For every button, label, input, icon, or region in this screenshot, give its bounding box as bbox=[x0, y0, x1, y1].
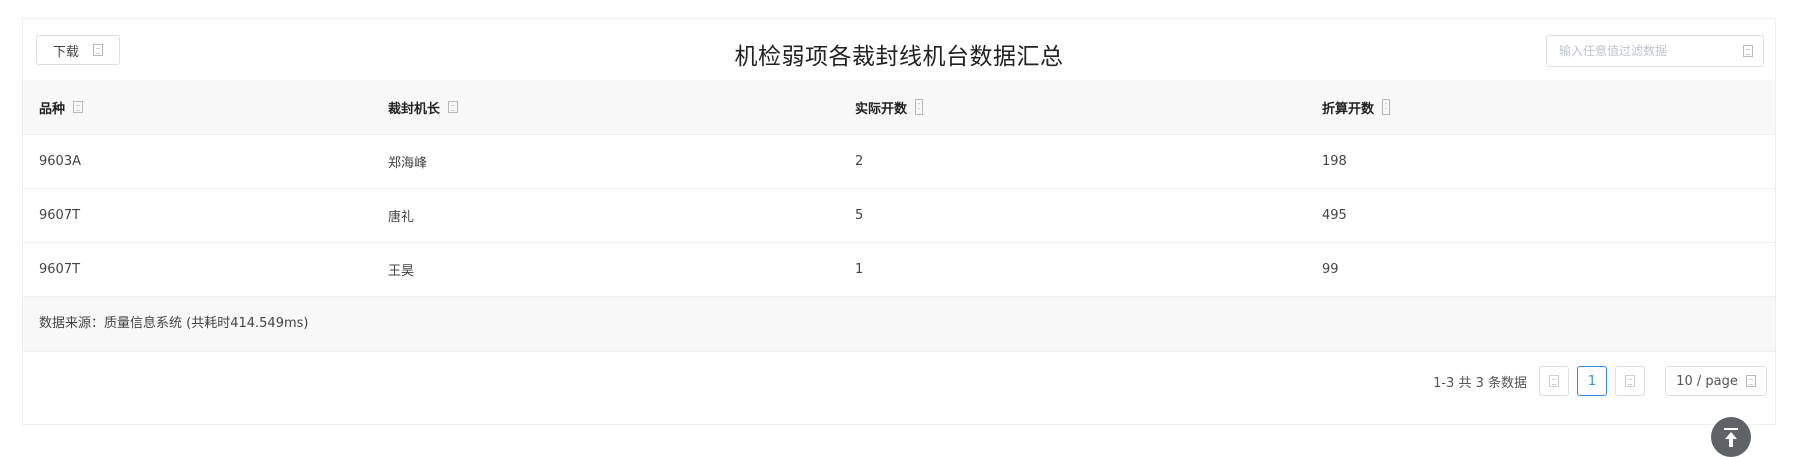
page-number-button[interactable]: 1 bbox=[1577, 366, 1607, 396]
data-card: 下载 机检弱项各裁封线机台数据汇总 品种 裁封机长 bbox=[22, 18, 1776, 425]
prev-page-button[interactable] bbox=[1539, 366, 1569, 396]
filter-icon[interactable] bbox=[73, 101, 84, 113]
table-cell: 99 bbox=[1306, 242, 1775, 297]
toolbar: 下载 机检弱项各裁封线机台数据汇总 bbox=[23, 19, 1775, 80]
table-row[interactable]: 9603A 郑海峰 2 198 bbox=[23, 134, 1775, 189]
column-label: 裁封机长 bbox=[388, 101, 441, 117]
table-cell: 2 bbox=[839, 134, 1306, 189]
chevron-right-icon bbox=[1625, 375, 1635, 387]
table-cell: 1 bbox=[839, 242, 1306, 297]
page-number: 1 bbox=[1587, 373, 1597, 389]
table-row[interactable]: 9607T 唐礼 5 495 bbox=[23, 188, 1775, 243]
page-size-select[interactable]: 10 / page bbox=[1665, 366, 1767, 396]
chevron-down-icon bbox=[1745, 375, 1756, 387]
filter-icon[interactable] bbox=[1743, 45, 1753, 57]
chevron-left-icon bbox=[1549, 375, 1559, 387]
arrow-up-icon bbox=[1724, 428, 1738, 447]
pagination: 1-3 共 3 条数据 1 10 / page bbox=[1433, 365, 1767, 397]
search-input[interactable] bbox=[1557, 43, 1743, 59]
back-to-top-button[interactable] bbox=[1711, 417, 1751, 457]
column-header-converted-count[interactable]: 折算开数 bbox=[1306, 80, 1775, 135]
column-label: 品种 bbox=[39, 101, 66, 117]
page-size-value: 10 / page bbox=[1676, 373, 1738, 389]
next-page-button[interactable] bbox=[1615, 366, 1645, 396]
table-cell: 5 bbox=[839, 188, 1306, 243]
table-header-row: 品种 裁封机长 实际开数 折算开数 bbox=[23, 80, 1775, 135]
column-header-actual-count[interactable]: 实际开数 bbox=[839, 80, 1306, 135]
table-cell: 王昊 bbox=[372, 242, 839, 297]
filter-icon[interactable] bbox=[448, 101, 459, 113]
data-source-note: 数据来源：质量信息系统 (共耗时414.549ms) bbox=[23, 296, 1775, 352]
table-row[interactable]: 9607T 王昊 1 99 bbox=[23, 242, 1775, 297]
table-cell: 198 bbox=[1306, 134, 1775, 189]
sort-icon[interactable] bbox=[915, 99, 924, 115]
data-table: 品种 裁封机长 实际开数 折算开数 9603A 郑海峰 2 198 9607T … bbox=[23, 80, 1775, 352]
table-cell: 唐礼 bbox=[372, 188, 839, 243]
search-box[interactable] bbox=[1546, 35, 1764, 67]
pagination-total: 1-3 共 3 条数据 bbox=[1433, 375, 1527, 391]
table-cell: 9607T bbox=[23, 188, 372, 243]
column-label: 折算开数 bbox=[1322, 101, 1375, 117]
table-cell: 9607T bbox=[23, 242, 372, 297]
table-cell: 郑海峰 bbox=[372, 134, 839, 189]
table-cell: 495 bbox=[1306, 188, 1775, 243]
column-label: 实际开数 bbox=[855, 101, 908, 117]
page-title: 机检弱项各裁封线机台数据汇总 bbox=[734, 44, 1064, 70]
sort-icon[interactable] bbox=[1382, 99, 1391, 115]
table-footer-row: 数据来源：质量信息系统 (共耗时414.549ms) bbox=[23, 296, 1775, 352]
column-header-operator[interactable]: 裁封机长 bbox=[372, 80, 839, 135]
column-header-variety[interactable]: 品种 bbox=[23, 80, 372, 135]
table-cell: 9603A bbox=[23, 134, 372, 189]
